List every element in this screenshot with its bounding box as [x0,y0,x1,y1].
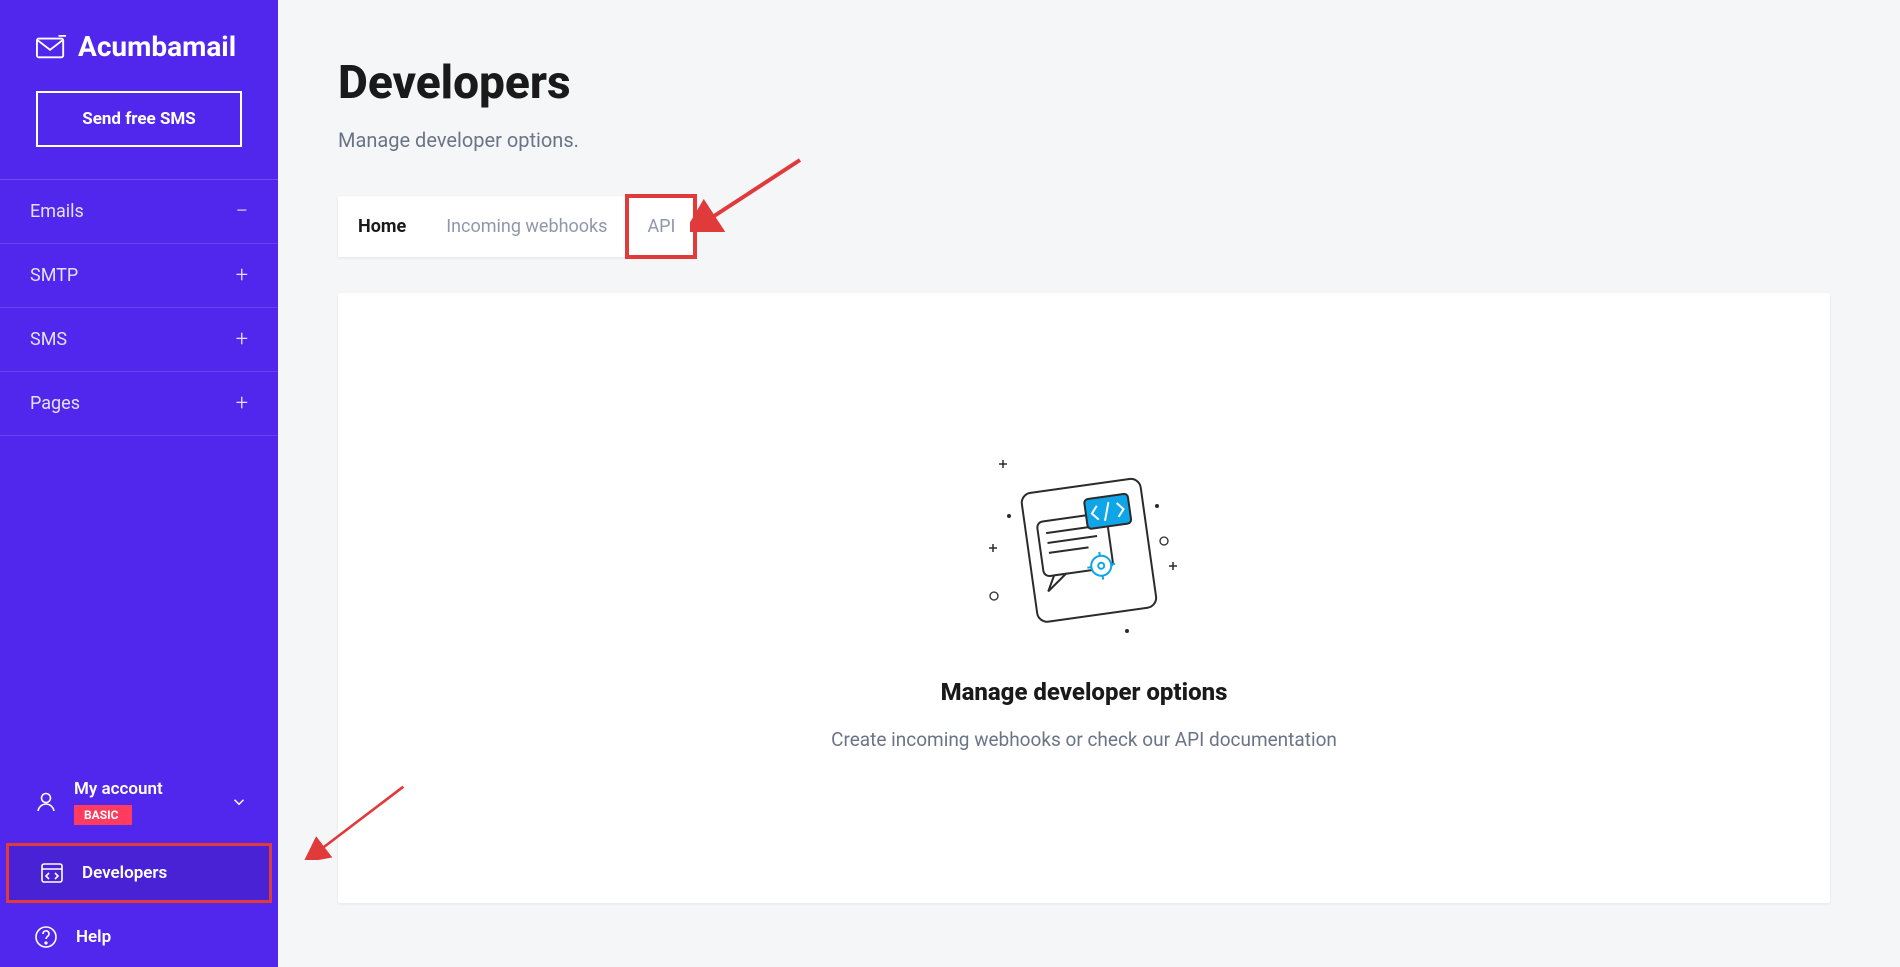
send-sms-button[interactable]: Send free SMS [36,91,242,147]
user-icon [34,790,58,814]
plan-badge: BASIC [74,805,132,825]
tab-label: Incoming webhooks [446,216,607,237]
main-content: Developers Manage developer options. Hom… [278,0,1900,967]
card-title: Manage developer options [941,678,1228,706]
tab-label: Home [358,216,406,237]
brand-name: Acumbamail [78,30,236,63]
sidebar-item-help[interactable]: Help [0,907,278,967]
sidebar-item-label: Help [76,927,111,947]
sidebar-item-smtp[interactable]: SMTP + [0,244,278,308]
sidebar-item-sms[interactable]: SMS + [0,308,278,372]
sidebar: Acumbamail Send free SMS Emails − SMTP +… [0,0,278,967]
page-title: Developers [338,56,1830,110]
sidebar-item-label: Emails [30,201,84,222]
sidebar-item-label: SMTP [30,265,78,286]
sidebar-item-account[interactable]: My account BASIC [0,765,278,839]
sidebar-item-emails[interactable]: Emails − [0,180,278,244]
code-window-icon [40,861,64,885]
spacer [0,436,278,765]
send-sms-label: Send free SMS [82,109,196,129]
plus-icon: + [236,327,248,352]
help-icon [34,925,58,949]
account-text: My account BASIC [74,779,163,825]
sidebar-item-developers[interactable]: Developers [6,843,272,903]
sidebar-item-label: SMS [30,329,67,350]
account-label: My account [74,779,163,799]
developer-illustration [979,446,1189,656]
sidebar-item-pages[interactable]: Pages + [0,372,278,436]
minus-icon: − [235,199,248,224]
tab-api[interactable]: API [627,196,695,257]
mail-icon [36,35,66,59]
card-subtitle: Create incoming webhooks or check our AP… [831,728,1337,751]
page-subtitle: Manage developer options. [338,128,1830,152]
sidebar-item-label: Pages [30,393,80,414]
cta-wrap: Send free SMS [0,91,278,179]
tabs: Home Incoming webhooks API [338,196,695,257]
chevron-down-icon [230,793,248,811]
plus-icon: + [236,263,248,288]
tabs-wrap: Home Incoming webhooks API [338,196,1830,257]
tab-label: API [647,216,675,237]
brand-logo[interactable]: Acumbamail [0,0,278,91]
tab-home[interactable]: Home [338,196,426,257]
tab-incoming-webhooks[interactable]: Incoming webhooks [426,196,627,257]
plus-icon: + [236,391,248,416]
sidebar-item-label: Developers [82,863,167,883]
content-card: Manage developer options Create incoming… [338,293,1830,903]
